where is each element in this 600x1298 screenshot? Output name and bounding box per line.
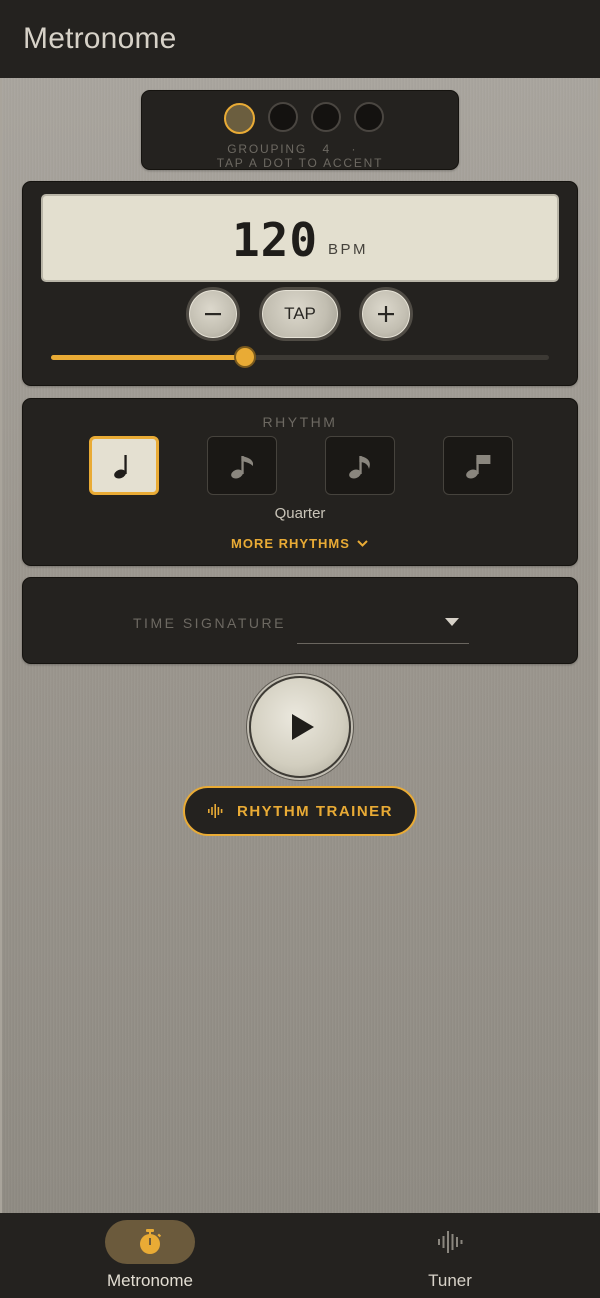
rhythm-option-sixteenth[interactable] (443, 436, 513, 495)
rhythm-trainer-button[interactable]: RHYTHM TRAINER (183, 786, 417, 836)
dropdown-caret-icon (445, 618, 459, 626)
grouping-label: GROUPING (227, 142, 308, 156)
nav-item-metronome[interactable]: Metronome (50, 1213, 250, 1298)
bpm-display: 120 BPM (41, 194, 559, 282)
beat-dot-1[interactable] (224, 103, 255, 134)
triplet-notes-icon (349, 455, 370, 479)
accent-dots (142, 102, 458, 134)
nav-tuner-icon-wrap (405, 1220, 495, 1264)
eighth-notes-icon (231, 455, 253, 479)
increase-tempo-button[interactable] (359, 287, 413, 341)
minus-icon (205, 313, 221, 316)
time-signature-dropdown[interactable] (297, 608, 469, 644)
tempo-slider-fill (51, 355, 246, 360)
more-rhythms-button[interactable]: MORE RHYTHMS (23, 536, 577, 551)
waveform-icon (438, 1231, 463, 1253)
selected-rhythm-name: Quarter (274, 505, 326, 522)
grouping-caption: GROUPING 4 · TAP A DOT TO ACCENT (142, 142, 458, 170)
tempo-slider-thumb[interactable] (234, 346, 257, 368)
beat-dot-3[interactable] (311, 102, 341, 132)
rhythm-trainer-label: RHYTHM TRAINER (237, 802, 393, 820)
nav-label-tuner: Tuner (428, 1271, 472, 1290)
rhythm-panel: RHYTHM Quarter MORE RHYTHMS (22, 398, 578, 566)
rhythm-option-eighth[interactable] (207, 436, 277, 495)
chevron-down-icon (357, 540, 368, 547)
play-icon (292, 714, 314, 740)
page-title: Metronome (23, 22, 177, 55)
app-bar: Metronome (0, 0, 600, 78)
bottom-navigation: Metronome Tuner (0, 1213, 600, 1298)
time-signature-label: TIME SIGNATURE (133, 615, 286, 631)
time-signature-panel: TIME SIGNATURE (22, 577, 578, 664)
nav-active-indicator (105, 1220, 195, 1264)
tap-label: TAP (284, 304, 316, 323)
grouping-separator: · (351, 142, 358, 156)
sixteenth-notes-icon (466, 454, 491, 479)
grouping-panel: GROUPING 4 · TAP A DOT TO ACCENT (141, 90, 459, 170)
rhythm-section-label: RHYTHM (262, 414, 338, 430)
decrease-tempo-button[interactable] (186, 287, 240, 341)
quarter-note-icon (114, 454, 127, 479)
rhythm-option-triplet[interactable] (325, 436, 395, 495)
nav-label-metronome: Metronome (107, 1271, 193, 1290)
waveform-icon (208, 804, 223, 818)
nav-item-tuner[interactable]: Tuner (350, 1213, 550, 1298)
stopwatch-icon (140, 1229, 162, 1254)
plus-icon (378, 306, 394, 322)
grouping-count: 4 (322, 142, 331, 156)
more-rhythms-label: MORE RHYTHMS (231, 536, 350, 551)
bpm-value: 120 (231, 213, 319, 267)
beat-dot-2[interactable] (268, 102, 298, 132)
rhythm-option-quarter[interactable] (89, 436, 159, 495)
bpm-unit: BPM (328, 240, 369, 258)
tempo-slider[interactable] (51, 346, 549, 368)
tempo-panel: 120 BPM TAP (22, 181, 578, 386)
grouping-hint: TAP A DOT TO ACCENT (216, 156, 384, 170)
tap-tempo-button[interactable]: TAP (259, 287, 341, 341)
play-button[interactable] (249, 676, 351, 778)
beat-dot-4[interactable] (354, 102, 384, 132)
